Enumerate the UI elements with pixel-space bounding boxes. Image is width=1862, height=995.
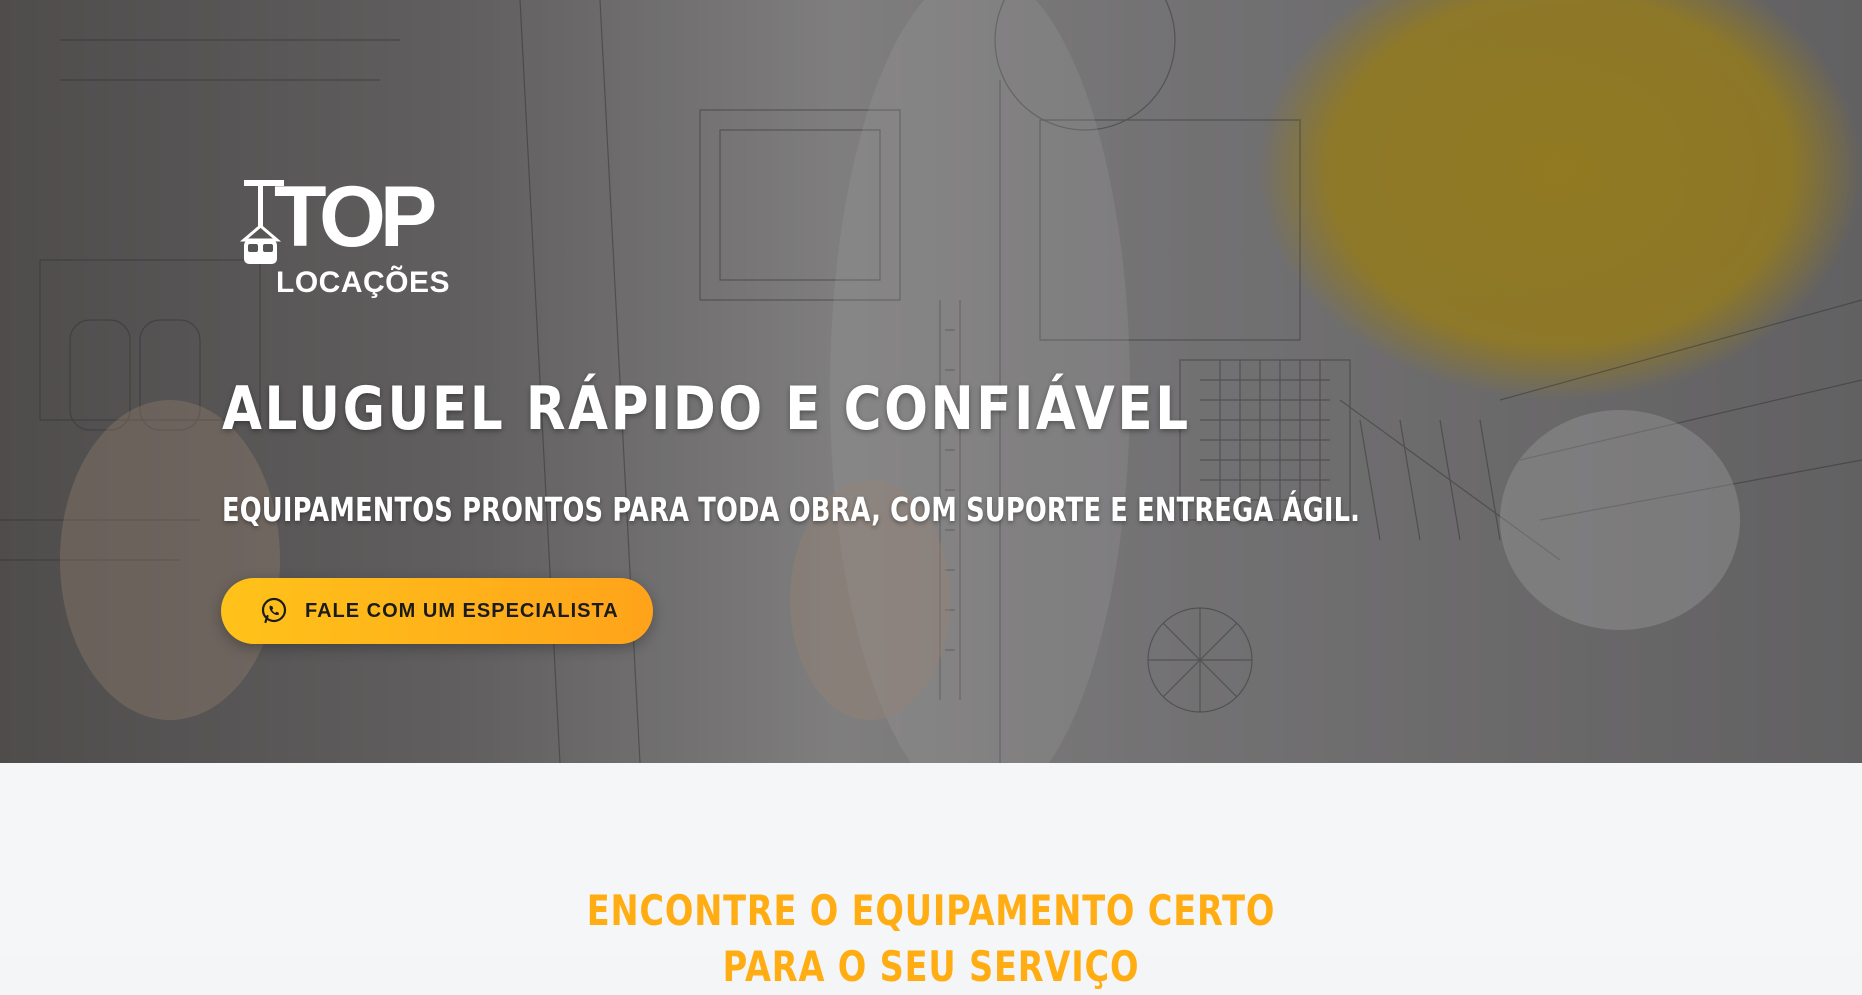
hero-section: TOP LOCAÇÕES ALUGUEL RÁPIDO E CONFIÁVEL …	[0, 0, 1862, 763]
hero-title: ALUGUEL RÁPIDO E CONFIÁVEL	[222, 374, 1191, 444]
whatsapp-icon	[261, 597, 287, 624]
site-logo[interactable]: TOP LOCAÇÕES	[238, 174, 456, 308]
section-title: ENCONTRE O EQUIPAMENTO CERTO PARA O SEU …	[0, 883, 1862, 995]
section-title-text: ENCONTRE O EQUIPAMENTO CERTO PARA O SEU …	[586, 886, 1276, 991]
contact-specialist-label: FALE COM UM ESPECIALISTA	[305, 599, 619, 622]
equipment-section: ENCONTRE O EQUIPAMENTO CERTO PARA O SEU …	[0, 763, 1862, 991]
hero-subtitle: EQUIPAMENTOS PRONTOS PARA TODA OBRA, COM…	[222, 490, 1361, 529]
contact-specialist-button[interactable]: FALE COM UM ESPECIALISTA	[221, 578, 653, 644]
logo-subtitle: LOCAÇÕES	[276, 266, 451, 299]
logo-wordmark: TOP	[274, 169, 437, 265]
